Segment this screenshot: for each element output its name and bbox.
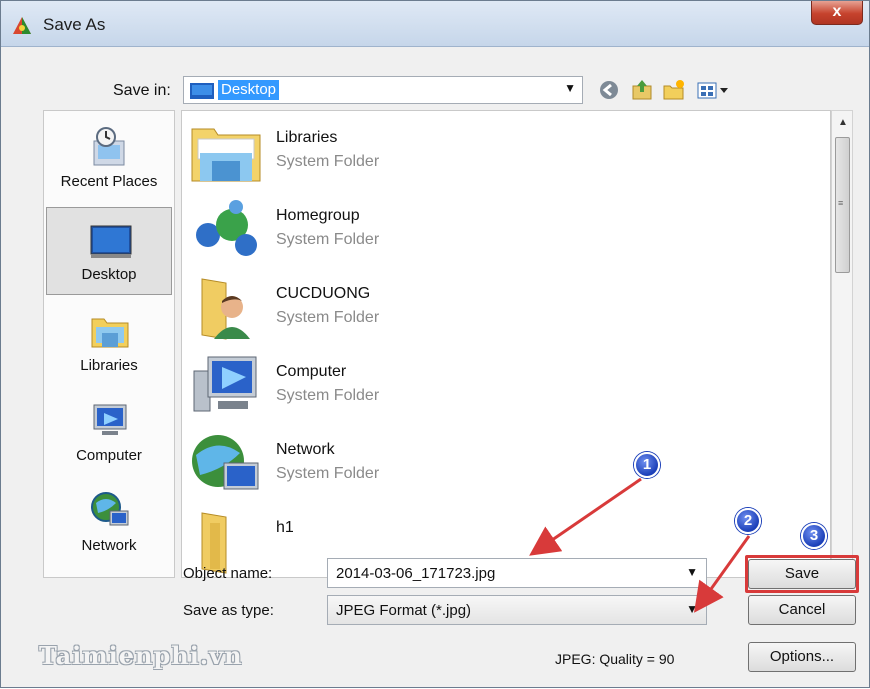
vertical-scrollbar[interactable]: ▲ ≡ ▼ (831, 110, 853, 578)
place-label: Network (81, 537, 137, 554)
network-icon (91, 492, 129, 526)
annotation-badge-3: 3 (801, 523, 827, 549)
file-name: Network (276, 441, 335, 458)
save-as-type-label: Save as type: (183, 602, 274, 619)
homegroup-icon (196, 200, 257, 256)
app-icon (13, 17, 31, 34)
computer-icon (93, 404, 127, 435)
recent-places-icon (93, 127, 125, 166)
place-network[interactable]: Network (46, 479, 172, 567)
close-button[interactable]: x (811, 1, 863, 25)
save-in-combo[interactable]: Desktop ▼ (183, 76, 583, 104)
dialog-body: Save in: Desktop ▼ Recent Places Desktop… (11, 48, 859, 680)
list-item[interactable]: Computer System Folder (188, 349, 588, 423)
file-name: Homegroup (276, 207, 360, 224)
watermark-logo: Taimienphi.vn (39, 641, 243, 670)
place-label: Desktop (81, 266, 137, 283)
libraries-icon (91, 318, 129, 348)
chevron-down-icon[interactable]: ▼ (686, 602, 698, 616)
cancel-button[interactable]: Cancel (748, 595, 856, 625)
place-label: Libraries (80, 357, 138, 374)
save-as-type-select[interactable]: JPEG Format (*.jpg) ▼ (327, 595, 707, 625)
chevron-down-icon[interactable]: ▼ (686, 565, 698, 579)
place-computer[interactable]: Computer (46, 389, 172, 477)
back-icon[interactable] (597, 78, 623, 102)
annotation-badge-1: 1 (634, 452, 660, 478)
list-item[interactable]: CUCDUONG System Folder (188, 271, 588, 345)
up-folder-icon[interactable] (629, 78, 655, 102)
file-list[interactable]: Libraries System Folder Homegroup System… (181, 110, 831, 578)
list-item[interactable]: Network System Folder (188, 427, 588, 501)
libraries-folder-icon (191, 128, 261, 182)
file-name: Libraries (276, 129, 338, 146)
save-button-highlight (745, 555, 859, 593)
desktop-icon (190, 83, 214, 99)
save-in-value: Desktop (218, 80, 280, 100)
file-name: h1 (276, 519, 294, 536)
window-title: Save As (43, 15, 106, 34)
view-menu-icon[interactable] (695, 78, 731, 102)
place-libraries[interactable]: Libraries (46, 299, 172, 387)
save-as-type-value: JPEG Format (*.jpg) (336, 602, 472, 619)
computer-icon (193, 356, 257, 412)
chevron-down-icon[interactable]: ▼ (564, 81, 576, 95)
save-as-dialog: Save As x Save in: Desktop ▼ Recent Plac… (0, 0, 870, 688)
place-label: Computer (76, 447, 142, 464)
user-folder-icon (201, 278, 250, 340)
object-name-combo[interactable]: 2014-03-06_171723.jpg ▼ (327, 558, 707, 588)
object-name-label: Object name: (183, 565, 273, 582)
jpeg-quality-text: JPEG: Quality = 90 (555, 651, 675, 667)
place-recent-places[interactable]: Recent Places (46, 115, 172, 203)
places-bar: Recent Places Desktop Libraries Computer… (43, 110, 175, 578)
title-bar: Save As x (1, 1, 869, 47)
new-folder-icon[interactable] (661, 78, 687, 102)
file-type: System Folder (276, 231, 380, 248)
annotation-badge-2: 2 (735, 508, 761, 534)
object-name-value: 2014-03-06_171723.jpg (336, 565, 496, 582)
scrollbar-thumb[interactable]: ≡ (835, 137, 850, 273)
file-type: System Folder (276, 465, 380, 482)
place-label: Recent Places (60, 173, 158, 190)
desktop-icon (90, 225, 132, 258)
file-type: System Folder (276, 309, 380, 326)
options-button[interactable]: Options... (748, 642, 856, 672)
close-icon: x (832, 3, 842, 20)
file-type: System Folder (276, 153, 380, 170)
file-name: Computer (276, 363, 347, 380)
list-item[interactable]: Libraries System Folder (188, 115, 588, 189)
network-icon (192, 435, 259, 490)
file-name: CUCDUONG (276, 285, 371, 302)
grip-icon: ≡ (838, 198, 844, 208)
place-desktop[interactable]: Desktop (46, 207, 172, 295)
save-in-label: Save in: (113, 82, 171, 99)
file-type: System Folder (276, 387, 380, 404)
scroll-up-icon[interactable]: ▲ (838, 117, 848, 128)
list-item[interactable]: Homegroup System Folder (188, 193, 588, 267)
